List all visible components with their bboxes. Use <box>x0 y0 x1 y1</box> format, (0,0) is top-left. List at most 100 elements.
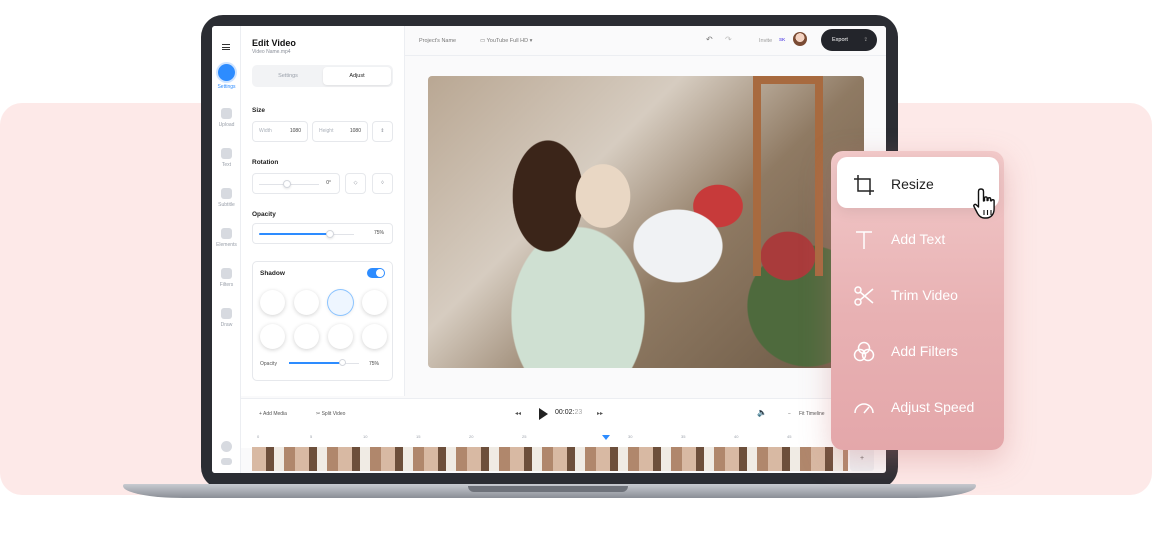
text-icon <box>221 148 232 159</box>
sidebar-item-settings[interactable]: Settings <box>212 64 241 90</box>
split-video-button[interactable]: ✂ Split Video <box>316 411 345 417</box>
filters-icon <box>221 268 232 279</box>
shadow-swatch[interactable] <box>260 324 285 349</box>
sidebar-item-label: Subtitle <box>218 202 235 208</box>
shadow-section: Shadow Opacity 75% <box>252 261 393 381</box>
help-button[interactable] <box>212 441 241 455</box>
fast-forward-icon[interactable]: ▸▸ <box>597 410 603 417</box>
help-icon <box>221 441 232 452</box>
sidebar-item-draw[interactable]: Draw <box>212 308 241 328</box>
tick-label: 30 <box>628 434 633 439</box>
fit-timeline-button[interactable]: Fit Timeline <box>799 411 825 417</box>
opacity-slider[interactable]: 75% <box>252 223 393 244</box>
collaborator-initials: SK <box>779 37 786 42</box>
menu-item-add-text[interactable]: Add Text <box>831 212 1004 266</box>
flip-horizontal-button[interactable]: ◇ <box>345 173 366 194</box>
sidebar-item-filters[interactable]: Filters <box>212 268 241 288</box>
shadow-swatch-selected[interactable] <box>328 290 353 315</box>
settings-icon <box>218 64 235 81</box>
tick-label: 35 <box>681 434 686 439</box>
sidebar-item-label: Upload <box>218 122 235 128</box>
add-clip-button[interactable]: + <box>850 447 874 471</box>
format-dropdown[interactable]: ▭ YouTube Full HD ▾ <box>480 38 532 44</box>
undo-icon[interactable]: ↶ <box>706 35 713 44</box>
play-icon[interactable] <box>539 408 548 420</box>
tick-label: 40 <box>734 434 739 439</box>
sidebar-item-text[interactable]: Text <box>212 148 241 168</box>
menu-item-trim-video[interactable]: Trim Video <box>831 268 1004 322</box>
menu-item-label: Resize <box>891 176 934 192</box>
tab-settings[interactable]: Settings <box>254 67 322 85</box>
keyboard-button[interactable] <box>212 458 241 468</box>
menu-item-label: Add Filters <box>891 343 958 359</box>
shadow-swatch[interactable] <box>294 324 319 349</box>
crop-icon <box>853 174 875 196</box>
timeline-ruler: 0 5 10 15 20 25 30 35 40 45 50 <box>241 428 886 448</box>
volume-icon[interactable]: 🔈 <box>757 408 767 417</box>
rewind-icon[interactable]: ◂◂ <box>515 410 521 417</box>
draw-icon <box>221 308 232 319</box>
video-preview[interactable] <box>428 76 864 368</box>
add-media-button[interactable]: + Add Media <box>259 411 287 417</box>
time-frames: 23 <box>574 409 583 416</box>
flip-vertical-button[interactable]: ◊ <box>372 173 393 194</box>
shadow-swatch[interactable] <box>362 290 387 315</box>
menu-icon[interactable] <box>222 44 230 50</box>
shadow-swatch[interactable] <box>328 324 353 349</box>
menu-item-adjust-speed[interactable]: Adjust Speed <box>831 380 1004 434</box>
sidebar-item-label: Settings <box>217 84 236 90</box>
tick-label: 20 <box>469 434 474 439</box>
tab-adjust[interactable]: Adjust <box>323 67 391 85</box>
tick-label: 10 <box>363 434 368 439</box>
redo-icon[interactable]: ↷ <box>725 35 732 44</box>
menu-item-label: Trim Video <box>891 287 958 303</box>
tick-label: 45 <box>787 434 792 439</box>
shadow-opacity-label: Opacity <box>260 361 277 367</box>
export-button[interactable]: Export ⇪ <box>821 29 877 51</box>
sidebar-item-label: Elements <box>216 242 237 248</box>
invite-button[interactable]: Invite <box>759 38 772 44</box>
opacity-value: 75% <box>373 230 384 236</box>
project-name[interactable]: Project's Name <box>419 38 456 44</box>
opacity-knob[interactable] <box>326 230 335 238</box>
rotation-knob[interactable] <box>283 180 291 188</box>
shadow-swatch[interactable] <box>260 290 285 315</box>
tick-label: 25 <box>522 434 527 439</box>
avatar <box>793 32 807 46</box>
menu-item-add-filters[interactable]: Add Filters <box>831 324 1004 378</box>
sidebar-item-subtitle[interactable]: Subtitle <box>212 188 241 208</box>
shadow-opacity-knob[interactable] <box>338 359 346 366</box>
rotation-label: Rotation <box>252 159 279 166</box>
subtitle-icon <box>221 188 232 199</box>
editor-screen: Settings Upload Text Subtitle Elements F… <box>212 26 886 473</box>
lock-ratio-button[interactable]: ⇕ <box>372 121 393 142</box>
shadow-toggle[interactable] <box>367 268 385 278</box>
file-name: Video Name.mp4 <box>252 49 291 55</box>
flip-horizontal-icon: ◇ <box>353 180 358 186</box>
tick-label: 15 <box>416 434 421 439</box>
top-bar: Project's Name ▭ YouTube Full HD ▾ ↶ ↷ I… <box>405 26 886 56</box>
shadow-opacity-slider[interactable]: 75% <box>289 358 379 370</box>
format-label: YouTube Full HD <box>486 38 529 44</box>
sidebar-item-upload[interactable]: Upload <box>212 108 241 128</box>
panel-title: Edit Video <box>252 38 296 48</box>
width-field[interactable]: Width 1080 <box>252 121 308 142</box>
upload-icon <box>221 108 232 119</box>
rotation-slider[interactable]: 0° <box>252 173 340 194</box>
filters-icon <box>853 341 875 363</box>
shadow-swatch[interactable] <box>362 324 387 349</box>
sidebar-item-label: Text <box>221 162 232 168</box>
current-time: 00:02:23 <box>555 409 582 416</box>
zoom-out-icon[interactable]: − <box>788 411 791 417</box>
video-clip-strip[interactable] <box>252 447 848 471</box>
sidebar-item-elements[interactable]: Elements <box>212 228 241 248</box>
chevron-down-icon: ▾ <box>528 38 533 44</box>
playhead[interactable] <box>602 435 610 440</box>
sidebar-item-label: Draw <box>220 322 233 328</box>
shadow-swatch[interactable] <box>294 290 319 315</box>
width-value: 1080 <box>289 128 301 134</box>
menu-item-label: Adjust Speed <box>891 399 975 415</box>
height-field[interactable]: Height 1080 <box>312 121 368 142</box>
panel-tabs: Settings Adjust <box>252 65 393 87</box>
add-media-label: Add Media <box>263 411 287 417</box>
